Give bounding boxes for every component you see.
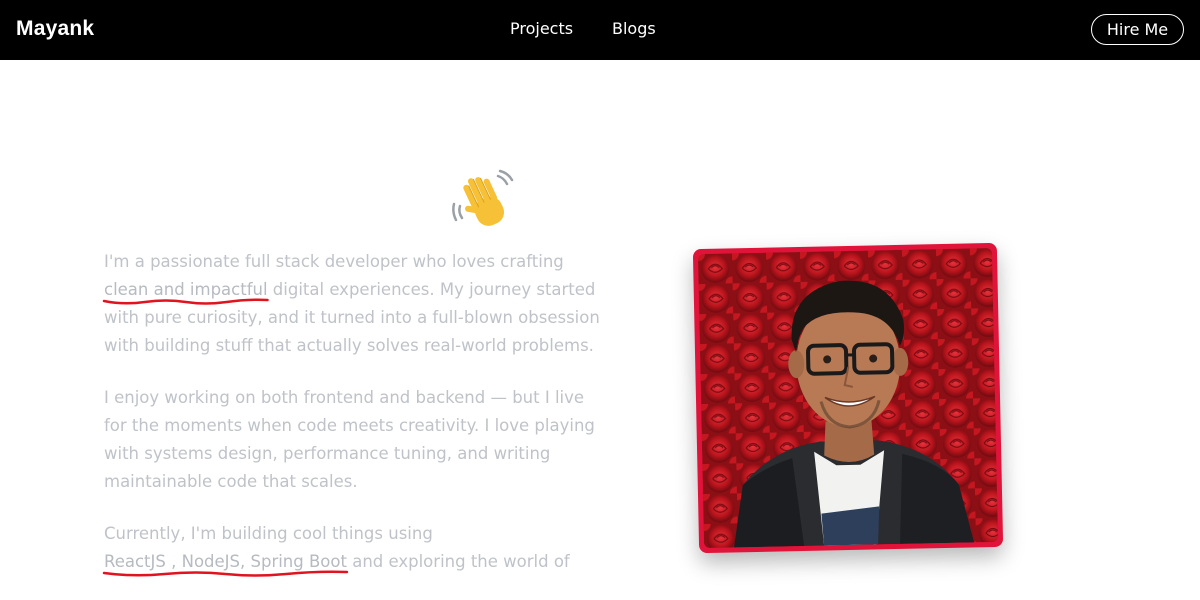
bio-text: I'm a passionate full stack developer wh… xyxy=(104,248,604,600)
hire-me-button[interactable]: Hire Me xyxy=(1091,14,1184,45)
highlight-tech-stack: ReactJS , NodeJS, Spring Boot xyxy=(104,552,347,571)
top-navbar: Mayank Projects Blogs Hire Me xyxy=(0,0,1200,60)
brand-logo[interactable]: Mayank xyxy=(16,17,94,41)
red-underline xyxy=(104,297,268,307)
red-underline xyxy=(104,569,347,579)
nav-link-blogs[interactable]: Blogs xyxy=(612,19,656,38)
highlight-clean-impactful: clean and impactful xyxy=(104,280,268,299)
nav-link-projects[interactable]: Projects xyxy=(510,19,573,38)
bio-paragraph-2: I enjoy working on both frontend and bac… xyxy=(104,388,595,491)
bio-paragraph-1: I'm a passionate full stack developer wh… xyxy=(104,252,600,355)
waving-hand-icon xyxy=(452,169,514,226)
bio-paragraph-3: Currently, I'm building cool things usin… xyxy=(104,520,604,576)
profile-photo xyxy=(697,247,999,549)
profile-photo-frame xyxy=(692,242,1004,554)
